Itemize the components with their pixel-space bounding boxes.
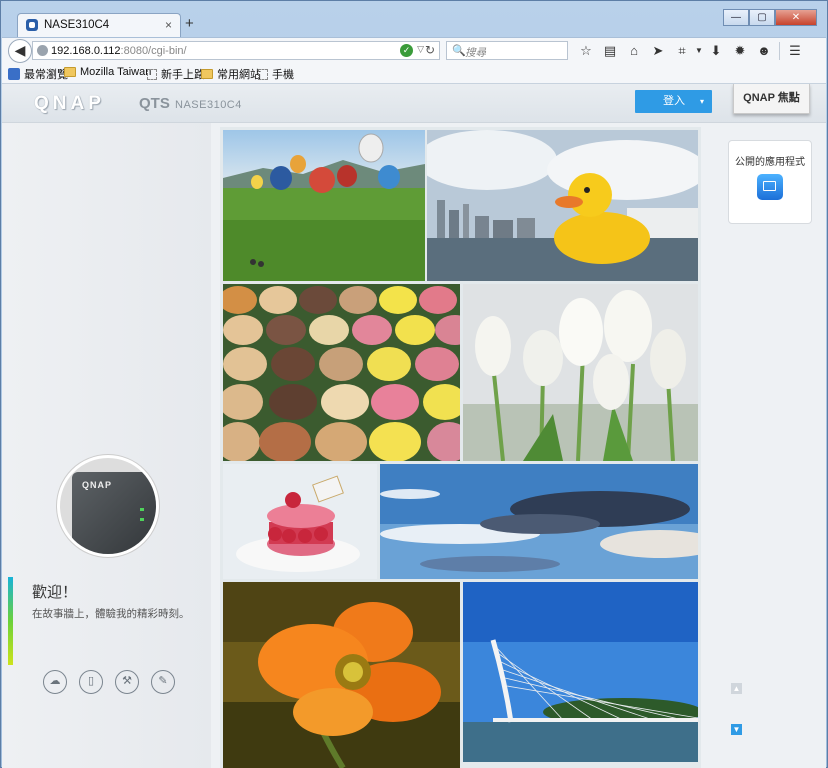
bridge-image [463,582,698,762]
scroll-down-button[interactable]: ▼ [731,724,742,735]
public-apps-panel: 公開的應用程式 [728,140,812,224]
qnap-favicon-icon [26,19,38,31]
edit-icon[interactable]: ✎ [151,670,175,694]
white-tulips-image [463,284,698,461]
search-placeholder: 搜尋 [465,47,486,59]
address-bar[interactable]: 192.168.0.112:8080/cgi-bin/ ✓ ▽ ↻ [32,41,440,60]
scroll-up-button[interactable]: ▲ [731,683,742,694]
send-icon[interactable]: ➤ [646,42,670,60]
folder-icon [201,69,213,79]
screenshot-icon[interactable]: ⌗ [670,42,694,60]
reading-list-icon[interactable]: ▤ [598,42,622,60]
photo-blue-sky-clouds[interactable] [380,464,698,579]
story-wall-gallery [220,127,701,768]
rubber-duck-image [427,130,698,281]
blue-sky-image [380,464,698,579]
status-led [140,518,144,521]
reload-icon[interactable]: ↻ [425,43,435,57]
qnap-logo: QNAP [34,93,105,114]
dessert-image [223,464,377,579]
nas-logo: QNAP [82,480,113,490]
qts-header: QNAP QTS NASE310C4 登入 ▾ QNAP 焦點 [2,84,826,123]
page-icon [258,68,268,80]
smile-icon[interactable]: ☻ [752,42,776,60]
bookmark-mozilla-taiwan[interactable]: Mozilla Taiwan [64,66,151,78]
avatar: QNAP [57,455,159,557]
chevron-down-icon: ▾ [699,97,704,106]
menu-icon[interactable]: ☰ [783,42,807,60]
mobile-icon[interactable]: ▯ [79,670,103,694]
bookmark-most-visited[interactable]: 最常瀏覽 [8,66,68,82]
url-host: 192.168.0.112 [51,45,121,57]
back-button[interactable]: ◀ [8,39,32,63]
verified-check-icon: ✓ [400,44,413,57]
window-controls: — ▢ ✕ [723,9,817,27]
bookmark-getting-started[interactable]: 新手上路 [147,66,205,82]
photo-station-app-icon[interactable] [757,174,783,200]
url-path: :8080/cgi-bin/ [120,45,187,57]
search-icon: 🔍 [452,45,466,57]
login-button[interactable]: 登入 ▾ [635,90,712,113]
browser-window: NASE310C4 × + — ▢ ✕ ◀ 192.168.0.112:8080… [0,0,828,768]
globe-icon [37,45,48,56]
macarons-image [223,284,460,461]
home-icon[interactable]: ⌂ [622,42,646,60]
photo-macarons[interactable] [223,284,460,461]
photo-orange-poppy[interactable] [223,582,460,768]
tab-bar: NASE310C4 × + — ▢ ✕ [7,9,823,37]
device-model: NASE310C4 [175,99,242,111]
photo-white-tulips[interactable] [463,284,698,461]
bookmark-label: Mozilla Taiwan [80,66,152,78]
photo-rubber-duck-harbor[interactable] [427,130,698,281]
tools-icon[interactable]: ⚒ [115,670,139,694]
page-icon [147,68,157,80]
bookmark-label: 最常瀏覽 [24,69,68,81]
hot-air-balloons-image [223,130,425,281]
browser-tools: ☆ ▤ ⌂ ➤ ⌗ ▼ ⬇ ✹ ☻ ☰ [574,42,807,60]
bookmark-label: 新手上路 [161,69,205,81]
footer-icons: ☁ ▯ ⚒ ✎ [43,670,175,694]
browser-tab[interactable]: NASE310C4 × [17,13,181,37]
navigation-toolbar: ◀ 192.168.0.112:8080/cgi-bin/ ✓ ▽ ↻ 🔍 搜尋… [2,37,826,64]
qnap-focus-button[interactable]: QNAP 焦點 [733,84,810,114]
search-input[interactable]: 🔍 搜尋 [446,41,568,60]
tab-close-icon[interactable]: × [165,18,172,32]
new-tab-button[interactable]: + [185,15,194,32]
welcome-subtitle: 在故事牆上，體驗我的精彩時刻。 [32,608,190,620]
firefox-bookmark-icon [8,68,20,80]
photo-raspberry-macaron-dessert[interactable] [223,464,377,579]
bookmark-mobile[interactable]: 手機 [258,66,294,82]
dropdown-icon[interactable]: ▼ [694,42,704,60]
status-led [140,508,144,511]
orange-poppy-image [223,582,460,768]
bookmark-common-sites[interactable]: 常用網站 [201,66,261,82]
public-apps-label: 公開的應用程式 [735,157,805,168]
maximize-button[interactable]: ▢ [749,9,775,26]
toolbar-divider [779,42,780,60]
tab-title: NASE310C4 [44,19,110,31]
folder-icon [64,67,76,77]
back-arrow-icon: ◀ [14,42,26,58]
welcome-title: 歡迎！ [32,584,78,601]
url-text: 192.168.0.112:8080/cgi-bin/ [51,45,187,57]
photo-cable-stayed-bridge[interactable] [463,582,698,762]
close-window-button[interactable]: ✕ [775,9,817,26]
qts-login-page: QNAP QTS NASE310C4 登入 ▾ QNAP 焦點 QNAP 歡迎！… [2,84,826,768]
product-name: QTS [139,95,170,112]
bookmarks-bar: 最常瀏覽 Mozilla Taiwan 新手上路 常用網站 手機 [2,63,826,84]
bookmark-label: 手機 [272,69,294,81]
download-icon[interactable]: ⬇ [704,42,728,60]
bookmark-label: 常用網站 [217,69,261,81]
photo-hot-air-balloons[interactable] [223,130,425,281]
cloud-icon[interactable]: ☁ [43,670,67,694]
url-dropdown-icon[interactable]: ▽ [417,44,424,55]
login-label: 登入 [663,95,685,107]
star-icon[interactable]: ☆ [574,42,598,60]
welcome-accent-bar [8,577,13,665]
settings-icon[interactable]: ✹ [728,42,752,60]
minimize-button[interactable]: — [723,9,749,26]
